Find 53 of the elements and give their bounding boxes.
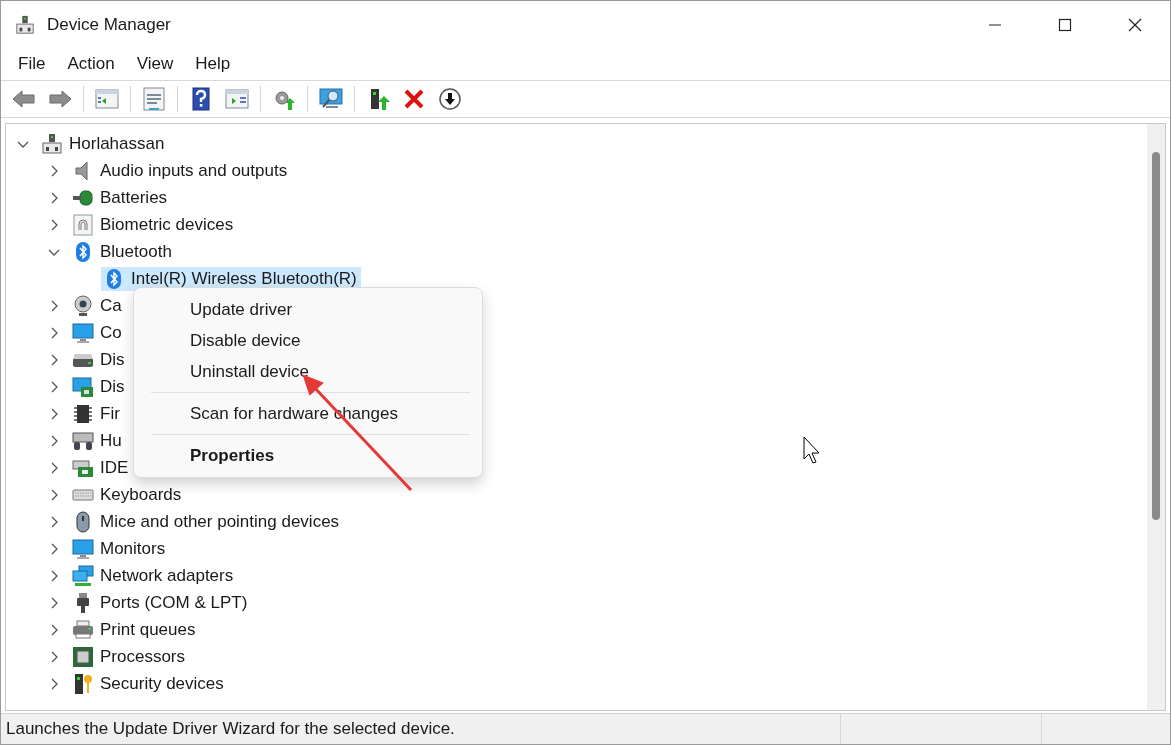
down-arrow-circle-icon[interactable] — [437, 86, 463, 112]
tree-item[interactable]: Network adapters — [70, 563, 238, 588]
tree-item[interactable]: Processors — [70, 644, 190, 669]
maximize-icon — [1058, 17, 1072, 32]
status-text: Launches the Update Driver Wizard for the selected device. — [5, 719, 456, 739]
close-icon — [1127, 16, 1143, 33]
tree-item[interactable]: Intel(R) Wireless Bluetooth(R) — [101, 266, 361, 291]
menu-item[interactable]: Disable device — [134, 325, 482, 356]
printer-icon — [72, 618, 94, 641]
monitor-icon — [72, 537, 94, 560]
computer-icon — [15, 13, 35, 36]
tree-item[interactable]: IDE — [70, 455, 133, 480]
scrollbar[interactable] — [1147, 124, 1165, 710]
tree-item[interactable]: Security devices — [70, 671, 228, 696]
network-icon — [72, 564, 94, 587]
menu-item[interactable]: Action — [56, 50, 126, 78]
menu-item[interactable]: Uninstall device — [134, 356, 482, 387]
tree-item[interactable]: Horlahassan — [39, 131, 169, 156]
device-key-icon — [72, 672, 94, 695]
action-pane-icon[interactable] — [224, 86, 250, 112]
tree-item[interactable]: Print queues — [70, 617, 200, 642]
processor-icon — [72, 645, 94, 668]
tree-item[interactable]: Ca — [70, 293, 126, 318]
tree-item[interactable]: Keyboards — [70, 482, 186, 507]
tree-item[interactable]: Dis — [70, 374, 129, 399]
tree-item[interactable]: Co — [70, 320, 126, 345]
menu-item[interactable]: View — [125, 50, 185, 78]
menu-item[interactable]: Help — [184, 50, 242, 78]
menu-item[interactable]: Properties — [134, 440, 482, 471]
console-tree-icon[interactable] — [94, 86, 120, 112]
tree-item[interactable]: Audio inputs and outputs — [70, 158, 292, 183]
menu-item[interactable]: File — [7, 50, 57, 78]
computer-icon — [41, 132, 63, 155]
tree-item[interactable]: Ports (COM & LPT) — [70, 590, 252, 615]
tree-item[interactable]: Monitors — [70, 536, 170, 561]
tree-item[interactable]: Fir — [70, 401, 124, 426]
fingerprint-icon — [72, 213, 94, 236]
scrollbar-thumb[interactable] — [1152, 152, 1160, 520]
menu-item[interactable]: Update driver — [134, 294, 482, 325]
window-title: Device Manager — [47, 14, 171, 35]
chip-icon — [72, 402, 94, 425]
properties-icon[interactable] — [141, 86, 167, 112]
tree-item[interactable]: Mice and other pointing devices — [70, 509, 344, 534]
webcam-icon — [72, 294, 94, 317]
tree-item[interactable]: Dis — [70, 347, 129, 372]
tree-item[interactable]: Biometric devices — [70, 212, 238, 237]
tree-item[interactable]: Bluetooth — [70, 239, 176, 264]
mouse-pointer-icon — [803, 436, 820, 464]
monitor-icon — [72, 321, 94, 344]
tree-item[interactable]: Hu — [70, 428, 126, 453]
minimize-icon — [988, 23, 1002, 26]
display-card-icon — [72, 375, 94, 398]
tree-item[interactable]: Batteries — [70, 185, 172, 210]
